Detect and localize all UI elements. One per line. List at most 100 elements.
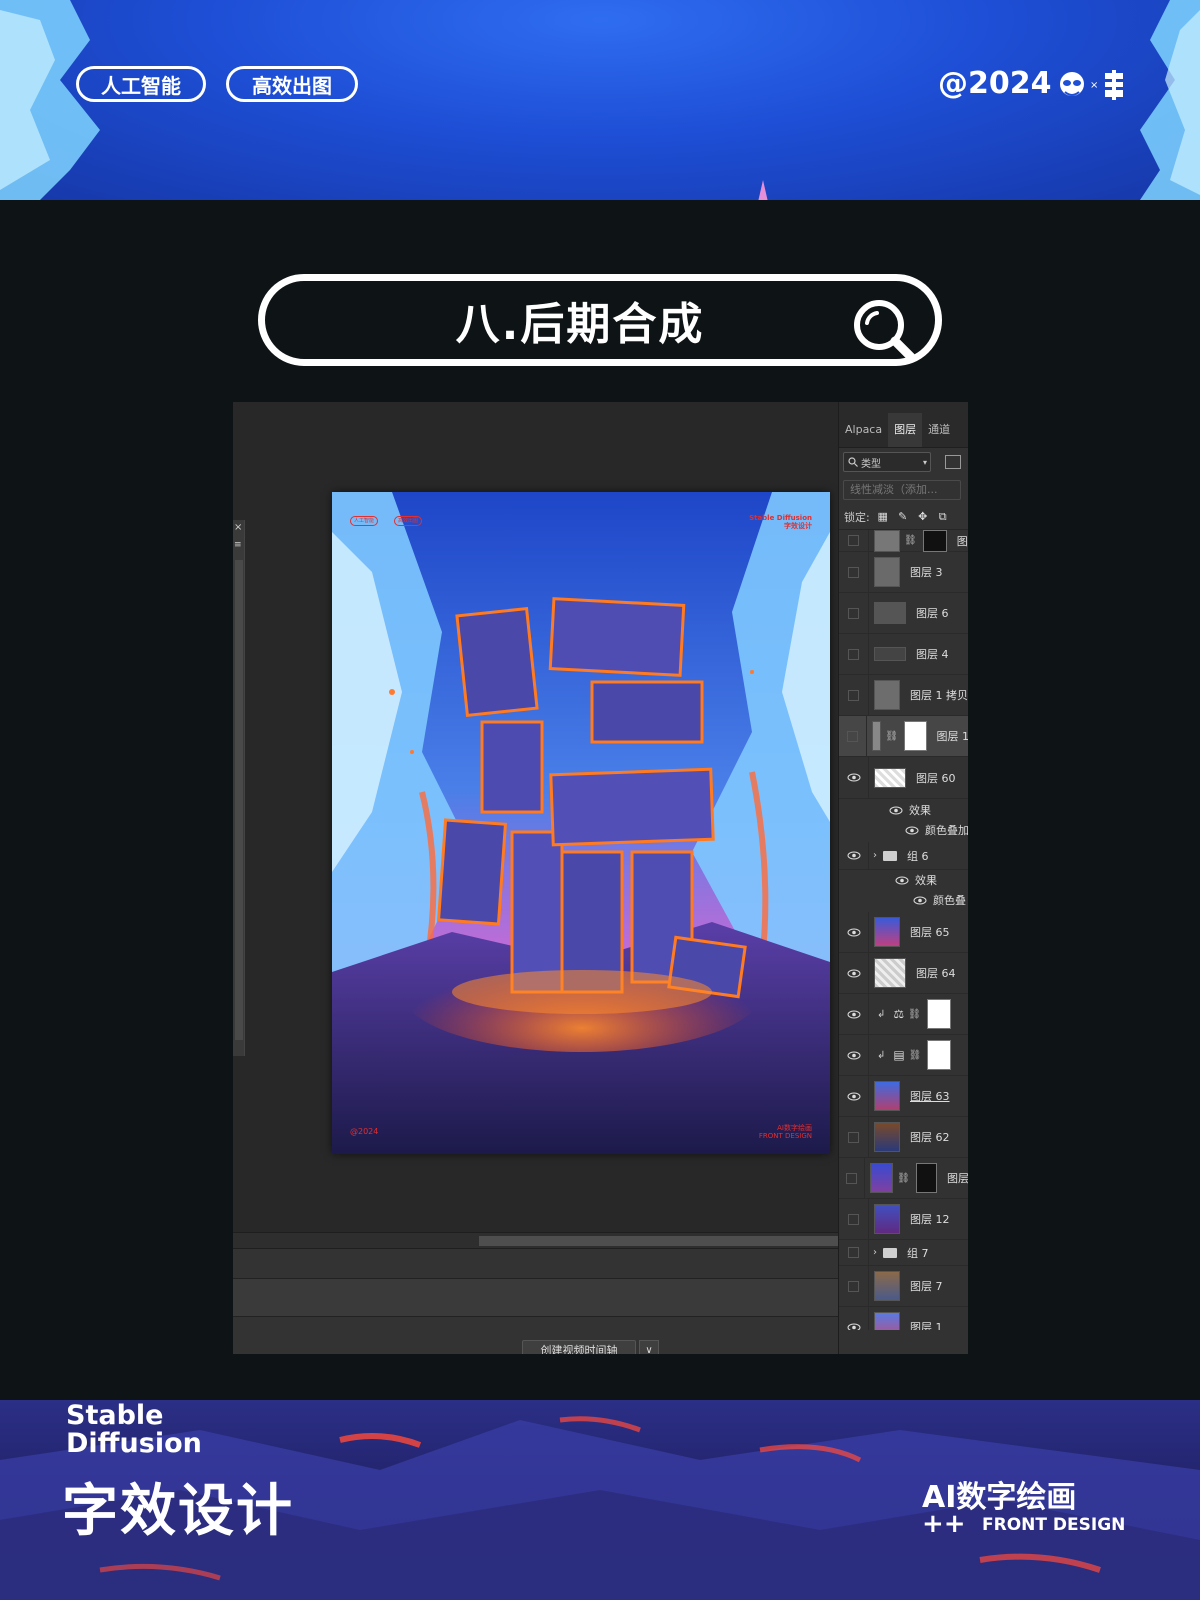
tab-channels[interactable]: 通道 [922,413,956,447]
visibility-toggle[interactable] [839,912,869,952]
layer-name: 图 [956,534,968,548]
layer-list[interactable]: ⛓ 图 图层 3 图层 6 图层 4 图层 1 拷贝 ⛓ 图层 1 图层 60 … [839,530,968,1330]
hidden-checkbox-icon [848,689,859,701]
horizontal-scrollbar[interactable] [233,1232,838,1248]
layer-thumbnail [874,1122,900,1152]
visibility-toggle[interactable] [839,1307,869,1330]
layer-name: 图层 1 [936,730,968,743]
lock-brush-icon[interactable]: ✎ [896,510,910,523]
lock-position-icon[interactable]: ✥ [916,510,930,523]
visibility-toggle[interactable] [839,716,867,756]
layers-panel: Alpaca 图层 通道 类型 ▾ 线性减淡（添加... 锁定: ▦ ✎ ✥ ⧉ [838,402,968,1354]
visibility-toggle[interactable] [839,593,869,633]
lock-transparency-icon[interactable]: ▦ [876,510,890,523]
section-title-searchbox: 八.后期合成 [258,274,942,366]
eye-icon [847,1323,860,1330]
clip-arrow-icon: ↲ [877,1049,886,1061]
layer-thumbnail [874,1312,900,1330]
chevron-right-icon[interactable]: › [873,850,877,861]
layer-row[interactable]: 图层 64 [839,953,968,994]
visibility-toggle[interactable] [839,994,869,1034]
layer-thumbnail [874,958,906,988]
layer-name: 图层 64 [916,967,956,980]
hidden-checkbox-icon [848,1247,859,1258]
layer-name: 图层 7 [910,1280,943,1293]
layer-name: 图层 63 [910,1090,950,1103]
visibility-toggle[interactable] [839,634,869,674]
layer-row[interactable]: 图层 3 [839,552,968,593]
layer-mask-thumbnail [926,999,951,1029]
layer-thumbnail [874,917,900,947]
layer-name: 图层 62 [910,1131,950,1144]
close-icon[interactable]: × [234,522,242,533]
layer-name: 图层 1 拷贝 [910,689,968,702]
visibility-toggle[interactable] [839,1158,866,1198]
group-row[interactable]: › 组 6 [839,842,968,870]
layer-mask-thumbnail [922,530,947,552]
visibility-toggle[interactable] [839,530,869,551]
hidden-checkbox-icon [848,535,859,546]
adjustment-layer-row[interactable]: ↲ ⚖ ⛓ [839,994,968,1035]
layer-row[interactable]: 图层 7 [839,1266,968,1307]
ice-cliff-right-decoration [1140,0,1200,200]
layer-row[interactable]: 图层 60 [839,757,968,799]
layer-row[interactable]: ⛓ 图 [839,530,968,552]
plus-icon: ++ [922,1509,966,1539]
folder-icon [883,850,897,861]
visibility-toggle[interactable] [839,1266,869,1306]
tab-layers[interactable]: 图层 [888,413,923,447]
link-icon: ⛓ [908,1008,921,1020]
layer-row[interactable]: 图层 62 [839,1117,968,1158]
tab-alpaca[interactable]: Alpaca [839,413,888,447]
photoshop-window: × ≡ 人工智能 高效出图 Stable Diffusion 字效设计 @202… [233,402,968,1354]
layer-row[interactable]: 图层 65 [839,912,968,953]
hidden-checkbox-icon [846,730,858,742]
eye-icon [847,969,860,977]
effects-row[interactable]: 效果 [839,870,968,890]
poster-artwork[interactable]: 人工智能 高效出图 Stable Diffusion 字效设计 @2024 AI… [332,492,830,1154]
visibility-toggle[interactable] [839,953,869,993]
floating-panel-strip[interactable]: × ≡ [233,520,245,1056]
visibility-toggle[interactable] [839,1240,869,1265]
layer-row[interactable]: 图层 1 拷贝 [839,675,968,716]
layer-row[interactable]: ⛓ 图层 [839,1158,968,1199]
adjustment-layer-row[interactable]: ↲ ▤ ⛓ [839,1035,968,1076]
visibility-toggle[interactable] [839,1199,869,1239]
eye-icon [847,773,860,782]
color-overlay-row[interactable]: 颜色叠加 [839,820,968,840]
layer-row[interactable]: 图层 6 [839,593,968,634]
link-icon: ⛓ [897,1172,910,1184]
blend-mode-select[interactable]: 线性减淡（添加... [843,480,961,500]
eye-icon [913,896,927,904]
effects-row[interactable]: 效果 [839,800,968,820]
scrollbar-thumb[interactable] [479,1236,838,1246]
hidden-checkbox-icon [848,1280,859,1292]
visibility-toggle[interactable] [839,757,869,798]
menu-icon[interactable]: ≡ [234,540,242,550]
layer-row[interactable]: 图层 12 [839,1199,968,1240]
layer-row[interactable]: 图层 4 [839,634,968,675]
layer-filter-select[interactable]: 类型 ▾ [843,452,931,472]
lock-artboard-icon[interactable]: ⧉ [936,510,950,523]
document-canvas-area[interactable]: × ≡ 人工智能 高效出图 Stable Diffusion 字效设计 @202… [233,402,838,1232]
search-icon [848,457,858,467]
effects-label: 效果 [909,804,931,817]
create-video-timeline-button[interactable]: 创建视频时间轴 [522,1340,636,1354]
layer-row[interactable]: 图层 63 [839,1076,968,1117]
visibility-toggle[interactable] [839,1076,869,1116]
link-icon: ⛓ [908,1049,922,1061]
visibility-toggle[interactable] [839,842,869,869]
color-overlay-row[interactable]: 颜色叠 [839,890,968,910]
group-row[interactable]: › 组 7 [839,1240,968,1266]
timeline-dropdown-button[interactable]: ∨ [639,1340,659,1354]
chevron-down-icon: ▾ [922,457,927,467]
layer-row[interactable]: 图层 1 [839,1307,968,1330]
layer-row-selected[interactable]: ⛓ 图层 1 [839,716,968,757]
visibility-toggle[interactable] [839,1117,869,1157]
visibility-toggle[interactable] [839,1035,869,1075]
eye-icon [895,876,909,884]
chevron-right-icon[interactable]: › [873,1247,877,1258]
image-filter-icon[interactable] [945,455,961,469]
visibility-toggle[interactable] [839,675,869,715]
visibility-toggle[interactable] [839,552,869,592]
